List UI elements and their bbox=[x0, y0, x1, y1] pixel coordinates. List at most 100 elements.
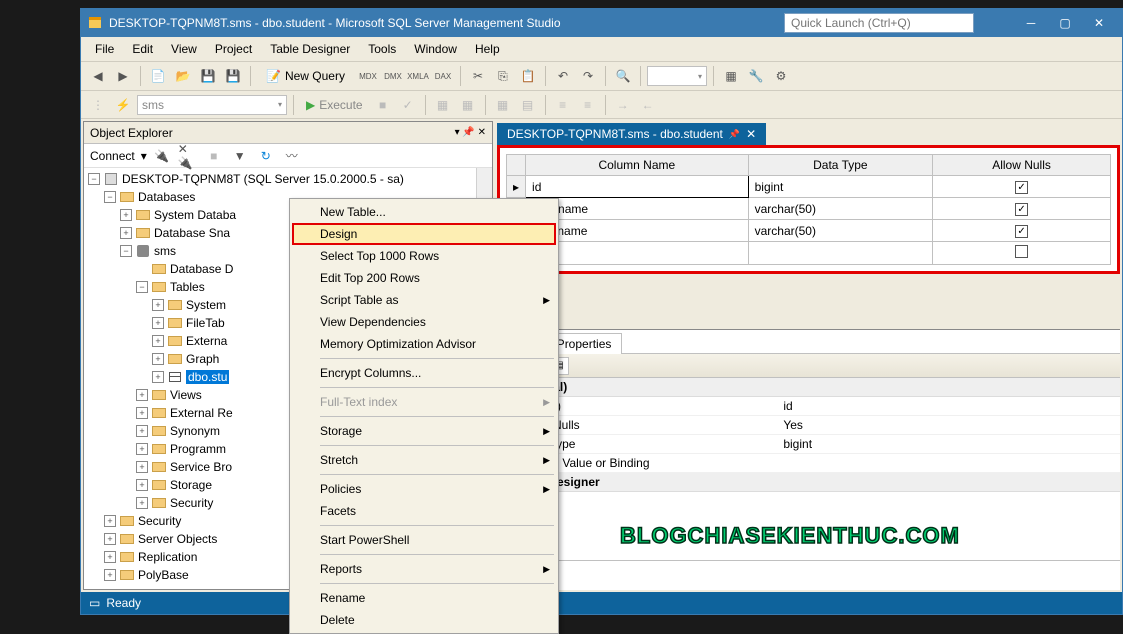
table-row[interactable] bbox=[507, 242, 1111, 265]
new-query-button[interactable]: 📝 New Query bbox=[257, 66, 354, 86]
copy-button[interactable]: ⎘ bbox=[492, 65, 514, 87]
find-button[interactable]: 🔍 bbox=[612, 65, 634, 87]
disconnect-button[interactable]: ⚡ bbox=[112, 94, 134, 116]
quick-launch-input[interactable] bbox=[784, 13, 974, 33]
cm-design[interactable]: Design bbox=[292, 223, 556, 245]
new-query-icon: 📝 bbox=[266, 69, 281, 83]
minimize-button[interactable]: ─ bbox=[1014, 12, 1048, 34]
redo-button[interactable]: ↷ bbox=[577, 65, 599, 87]
allow-nulls-checkbox[interactable] bbox=[1015, 245, 1028, 258]
comment-button[interactable]: ≡ bbox=[552, 94, 574, 116]
stop-button[interactable]: ■ bbox=[372, 94, 394, 116]
table-row[interactable]: last_name varchar(50) ✓ bbox=[507, 220, 1111, 242]
cm-view-deps[interactable]: View Dependencies bbox=[292, 311, 556, 333]
menu-tools[interactable]: Tools bbox=[360, 39, 404, 59]
indent-button[interactable]: → bbox=[612, 94, 634, 116]
mdx-button[interactable]: MDX bbox=[357, 65, 379, 87]
menu-project[interactable]: Project bbox=[207, 39, 260, 59]
results-grid-button[interactable]: ▦ bbox=[492, 94, 514, 116]
cm-fulltext[interactable]: Full-Text index▶ bbox=[292, 391, 556, 413]
stop-icon[interactable]: ■ bbox=[203, 145, 225, 167]
back-button[interactable]: ◀ bbox=[87, 65, 109, 87]
outdent-button[interactable]: ← bbox=[637, 94, 659, 116]
cm-script-table[interactable]: Script Table as▶ bbox=[292, 289, 556, 311]
allow-nulls-checkbox[interactable]: ✓ bbox=[1015, 225, 1028, 238]
properties-grid[interactable]: ⌄(General) (Name)id Allow NullsYes Data … bbox=[497, 378, 1120, 560]
document-tab[interactable]: DESKTOP-TQPNM8T.sms - dbo.student 📌 ✕ bbox=[497, 123, 766, 145]
window-title: DESKTOP-TQPNM8T.sms - dbo.student - Micr… bbox=[109, 16, 561, 30]
tools-button[interactable]: 🔧 bbox=[745, 65, 767, 87]
menu-help[interactable]: Help bbox=[467, 39, 508, 59]
save-all-button[interactable]: 💾 bbox=[222, 65, 244, 87]
prop-row: (Name)id bbox=[497, 397, 1120, 416]
results-text-button[interactable]: ▤ bbox=[517, 94, 539, 116]
toolbar-sql: ⋮ ⚡ sms▾ ▶ Execute ■ ✓ ▦ ▦ ▦ ▤ ≡ ≡ → ← bbox=[81, 91, 1122, 119]
row-indicator-icon: ▸ bbox=[507, 176, 526, 198]
settings-button[interactable]: ⚙ bbox=[770, 65, 792, 87]
row-selector-header bbox=[507, 155, 526, 176]
paste-button[interactable]: 📋 bbox=[517, 65, 539, 87]
menu-view[interactable]: View bbox=[163, 39, 205, 59]
cm-encrypt[interactable]: Encrypt Columns... bbox=[292, 362, 556, 384]
close-button[interactable]: ✕ bbox=[1082, 12, 1116, 34]
save-button[interactable]: 💾 bbox=[197, 65, 219, 87]
zoom-combo[interactable]: ▾ bbox=[647, 66, 707, 86]
cm-reports[interactable]: Reports▶ bbox=[292, 558, 556, 580]
menu-table-designer[interactable]: Table Designer bbox=[262, 39, 358, 59]
database-combo[interactable]: sms▾ bbox=[137, 95, 287, 115]
activity-monitor-icon[interactable]: 〰 bbox=[281, 145, 303, 167]
tree-server-node[interactable]: −DESKTOP-TQPNM8T (SQL Server 15.0.2000.5… bbox=[84, 170, 476, 188]
connect-dropdown-icon[interactable]: ▾ bbox=[141, 149, 147, 163]
cm-new-table[interactable]: New Table... bbox=[292, 201, 556, 223]
filter-icon[interactable]: ▼ bbox=[229, 145, 251, 167]
tab-pin-icon[interactable]: 📌 bbox=[729, 129, 740, 140]
uncomment-button[interactable]: ≡ bbox=[577, 94, 599, 116]
cm-powershell[interactable]: Start PowerShell bbox=[292, 529, 556, 551]
undo-button[interactable]: ↶ bbox=[552, 65, 574, 87]
dax-button[interactable]: DAX bbox=[432, 65, 454, 87]
maximize-button[interactable]: ▢ bbox=[1048, 12, 1082, 34]
open-button[interactable]: 📂 bbox=[172, 65, 194, 87]
menu-file[interactable]: File bbox=[87, 39, 122, 59]
activity-button[interactable]: ▦ bbox=[720, 65, 742, 87]
cm-stretch[interactable]: Stretch▶ bbox=[292, 449, 556, 471]
plan-button[interactable]: ▦ bbox=[432, 94, 454, 116]
forward-button[interactable]: ▶ bbox=[112, 65, 134, 87]
connect-icon[interactable]: 🔌 bbox=[151, 145, 173, 167]
col-header-nulls: Allow Nulls bbox=[933, 155, 1111, 176]
cm-edit-top[interactable]: Edit Top 200 Rows bbox=[292, 267, 556, 289]
menubar: File Edit View Project Table Designer To… bbox=[81, 37, 1122, 61]
group-table-designer[interactable]: ⌄Table Designer bbox=[497, 473, 1120, 492]
cm-select-top[interactable]: Select Top 1000 Rows bbox=[292, 245, 556, 267]
property-description: (General) bbox=[497, 560, 1120, 590]
execute-button[interactable]: ▶ Execute bbox=[300, 96, 369, 114]
stats-button[interactable]: ▦ bbox=[457, 94, 479, 116]
table-row[interactable]: ▸ id bigint ✓ bbox=[507, 176, 1111, 198]
tab-close-icon[interactable]: ✕ bbox=[746, 127, 756, 141]
xmla-button[interactable]: XMLA bbox=[407, 65, 429, 87]
allow-nulls-checkbox[interactable]: ✓ bbox=[1015, 181, 1028, 194]
table-row[interactable]: first_name varchar(50) ✓ bbox=[507, 198, 1111, 220]
cm-memory-opt[interactable]: Memory Optimization Advisor bbox=[292, 333, 556, 355]
group-general[interactable]: ⌄(General) bbox=[497, 378, 1120, 397]
new-button[interactable]: 📄 bbox=[147, 65, 169, 87]
allow-nulls-checkbox[interactable]: ✓ bbox=[1015, 203, 1028, 216]
cm-facets[interactable]: Facets bbox=[292, 500, 556, 522]
refresh-icon[interactable]: ↻ bbox=[255, 145, 277, 167]
cm-storage[interactable]: Storage▶ bbox=[292, 420, 556, 442]
cut-button[interactable]: ✂ bbox=[467, 65, 489, 87]
menu-edit[interactable]: Edit bbox=[124, 39, 161, 59]
cm-policies[interactable]: Policies▶ bbox=[292, 478, 556, 500]
disconnect-icon[interactable]: ✕🔌 bbox=[177, 145, 199, 167]
prop-row: Default Value or Binding bbox=[497, 454, 1120, 473]
parse-button[interactable]: ✓ bbox=[397, 94, 419, 116]
document-tabs: DESKTOP-TQPNM8T.sms - dbo.student 📌 ✕ bbox=[497, 121, 1120, 145]
prop-row: Data Typebigint bbox=[497, 435, 1120, 454]
cm-delete[interactable]: Delete bbox=[292, 609, 556, 631]
dmx-button[interactable]: DMX bbox=[382, 65, 404, 87]
context-menu: New Table... Design Select Top 1000 Rows… bbox=[289, 198, 559, 634]
menu-window[interactable]: Window bbox=[406, 39, 465, 59]
cm-rename[interactable]: Rename bbox=[292, 587, 556, 609]
columns-grid[interactable]: Column Name Data Type Allow Nulls ▸ id b… bbox=[506, 154, 1111, 265]
pin-icon[interactable]: ▾ 📌 ✕ bbox=[455, 127, 486, 138]
